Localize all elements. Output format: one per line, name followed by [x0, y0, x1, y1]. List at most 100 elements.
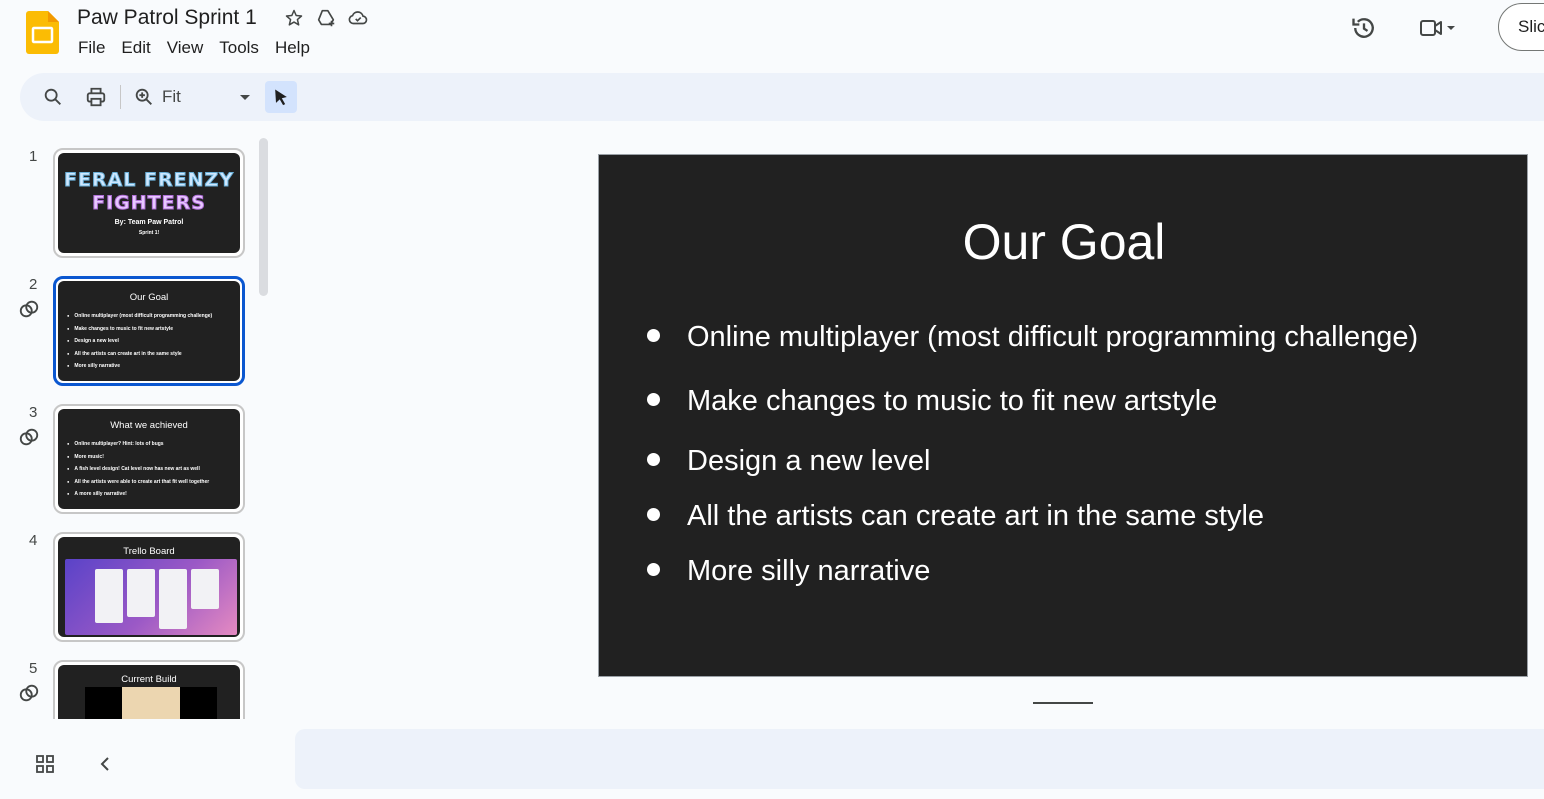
slide-number: 2	[29, 276, 38, 293]
star-icon[interactable]	[283, 7, 305, 29]
thumbnail-canvas: What we achieved Online multiplayer? Hin…	[58, 409, 240, 509]
thumbnail-title: What we achieved	[110, 420, 188, 431]
select-cursor-icon	[275, 89, 287, 106]
filmstrip-slide-4[interactable]: 4 Trello Board	[0, 532, 260, 642]
slide-number: 4	[29, 532, 38, 549]
thumbnail-canvas: Trello Board	[58, 537, 240, 637]
menu-bar: File Edit View Tools Help	[70, 36, 318, 60]
trello-list	[191, 569, 219, 609]
menu-help[interactable]: Help	[267, 36, 318, 60]
thumbnail-bullet: A more silly narrative!	[67, 488, 240, 501]
slide-number: 5	[29, 660, 38, 677]
speaker-notes-panel[interactable]	[295, 729, 1544, 789]
chevron-left-icon[interactable]	[95, 754, 115, 774]
filmstrip-slide-3[interactable]: 3 What we achieved Online multiplayer? H…	[0, 404, 260, 514]
thumbnail-bullet: All the artists were able to create art …	[67, 476, 240, 489]
thumbnail-subtitle: By: Team Paw Patrol	[114, 219, 184, 226]
thumbnail-title: Current Build	[121, 674, 177, 685]
meet-button[interactable]	[1416, 14, 1474, 42]
thumbnail-bullet: Online multiplayer? Hint: lots of bugs	[67, 438, 240, 451]
slide-bullet: Design a new level	[647, 445, 930, 478]
move-to-drive-icon[interactable]	[315, 7, 337, 29]
slide-bullet-text: Design a new level	[687, 445, 931, 477]
print-icon	[86, 87, 106, 107]
link-icon	[19, 684, 39, 702]
slide-bullet-text: All the artists can create art in the sa…	[687, 500, 1265, 532]
cloud-saved-icon[interactable]	[347, 7, 369, 29]
slide-canvas[interactable]: Our Goal Online multiplayer (most diffic…	[598, 154, 1528, 677]
menu-file[interactable]: File	[70, 36, 113, 60]
slide-thumbnail[interactable]: Current Build	[53, 660, 245, 719]
trello-list	[127, 569, 155, 617]
search-menus-button[interactable]	[37, 81, 69, 113]
thumbnail-canvas: FERAL FRENZY FIGHTERS By: Team Paw Patro…	[58, 153, 240, 253]
slide-thumbnail[interactable]: What we achieved Online multiplayer? Hin…	[53, 404, 245, 514]
thumbnail-canvas: Current Build	[58, 665, 240, 719]
thumbnail-bullets: Online multiplayer (most difficult progr…	[58, 310, 240, 373]
notes-resize-handle[interactable]	[1033, 702, 1093, 704]
thumbnail-title: Trello Board	[123, 546, 175, 557]
thumbnail-bullet: More music!	[67, 451, 240, 464]
filmstrip: 1 FERAL FRENZY FIGHTERS By: Team Paw Pat…	[0, 135, 272, 719]
slide-thumbnail[interactable]: FERAL FRENZY FIGHTERS By: Team Paw Patro…	[53, 148, 245, 258]
slideshow-button[interactable]: Slic	[1498, 3, 1544, 51]
print-button[interactable]	[80, 81, 112, 113]
trello-screenshot-image	[65, 559, 237, 635]
select-tool-button[interactable]	[265, 81, 297, 113]
filmstrip-slide-1[interactable]: 1 FERAL FRENZY FIGHTERS By: Team Paw Pat…	[0, 148, 260, 258]
zoom-value: Fit	[162, 87, 181, 106]
thumbnail-bullet: Make changes to music to fit new artstyl…	[67, 323, 240, 336]
game-scene	[122, 687, 180, 719]
thumbnail-bullet: Design a new level	[67, 335, 240, 348]
slide-thumbnail[interactable]: Trello Board	[53, 532, 245, 642]
thumbnail-subtitle-2: Sprint 1!	[138, 230, 160, 236]
slide-bullet: Online multiplayer (most difficult progr…	[647, 321, 1418, 354]
chevron-down-icon	[1447, 26, 1455, 30]
video-camera-icon	[1420, 20, 1442, 36]
app-header: Paw Patrol Sprint 1 File Edit View Tools…	[0, 0, 1544, 72]
thumbnail-title-line1: FERAL FRENZY	[63, 169, 235, 192]
thumbnail-title-line2: FIGHTERS	[92, 192, 206, 215]
slide-bullet-text: More silly narrative	[687, 555, 931, 587]
bullet-dot	[647, 392, 660, 406]
filmstrip-slide-5[interactable]: 5 Current Build	[0, 660, 260, 719]
menu-view[interactable]: View	[159, 36, 212, 60]
thumbnail-bullet: All the artists can create art in the sa…	[67, 348, 240, 361]
thumbnail-canvas: Our Goal Online multiplayer (most diffic…	[58, 281, 240, 381]
toolbar: Fit	[20, 73, 1544, 121]
slide-bullet-text: Make changes to music to fit new artstyl…	[687, 385, 1218, 417]
slides-logo-icon[interactable]	[26, 11, 59, 54]
slide-bullet: More silly narrative	[647, 555, 930, 588]
zoom-select[interactable]: Fit	[162, 81, 254, 113]
version-history-icon[interactable]	[1350, 14, 1378, 42]
slide-bullet-text: Online multiplayer (most difficult progr…	[687, 321, 1419, 353]
menu-tools[interactable]: Tools	[211, 36, 267, 60]
slide-thumbnail[interactable]: Our Goal Online multiplayer (most diffic…	[53, 276, 245, 386]
bullet-dot	[647, 328, 660, 342]
thumbnail-title: Our Goal	[129, 292, 169, 303]
slide-number: 3	[29, 404, 38, 421]
trello-list	[95, 569, 123, 623]
bullet-dot	[647, 562, 660, 576]
thumbnail-bullet: Online multiplayer (most difficult progr…	[67, 310, 240, 323]
slide-title[interactable]: Our Goal	[599, 213, 1529, 271]
zoom-icon	[135, 88, 152, 105]
document-title[interactable]: Paw Patrol Sprint 1	[77, 5, 257, 31]
filmstrip-slide-2[interactable]: 2 Our Goal Online multiplayer (most diff…	[0, 276, 260, 386]
slide-number: 1	[29, 148, 38, 165]
title-actions	[283, 7, 369, 29]
trello-list	[159, 569, 187, 629]
thumbnail-bullets: Online multiplayer? Hint: lots of bugs M…	[58, 438, 240, 501]
toolbar-divider	[120, 85, 121, 109]
zoom-button[interactable]	[128, 81, 160, 113]
link-icon	[19, 300, 39, 318]
chevron-down-icon	[240, 94, 250, 100]
bullet-dot	[647, 507, 660, 521]
bullet-dot	[647, 452, 660, 466]
slide-bullet: Make changes to music to fit new artstyl…	[647, 385, 1217, 418]
grid-view-icon[interactable]	[35, 754, 55, 774]
thumbnail-bullet: A fish level design! Cat level now has n…	[67, 463, 240, 476]
build-screenshot-image	[85, 687, 217, 719]
slide-bullet: All the artists can create art in the sa…	[647, 500, 1264, 533]
menu-edit[interactable]: Edit	[113, 36, 158, 60]
